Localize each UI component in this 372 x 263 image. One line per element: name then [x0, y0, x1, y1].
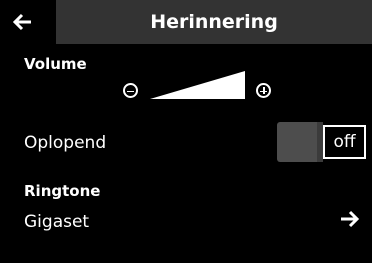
page-title: Herinnering	[56, 0, 372, 44]
back-button[interactable]	[0, 0, 56, 44]
back-arrow-icon	[12, 13, 31, 31]
ringtone-label: Ringtone	[24, 182, 101, 200]
title-bar: Herinnering	[0, 0, 372, 44]
forward-arrow-icon[interactable]	[340, 210, 360, 228]
volume-slider[interactable]	[150, 71, 245, 99]
volume-level-wedge	[150, 71, 245, 99]
crescendo-label: Oplopend	[24, 133, 107, 153]
ringtone-value[interactable]: Gigaset	[24, 212, 89, 232]
toggle-state-label: off	[323, 125, 366, 159]
plus-circle-icon[interactable]	[256, 83, 271, 98]
crescendo-toggle[interactable]: off	[277, 122, 368, 162]
minus-circle-icon[interactable]	[123, 83, 138, 98]
toggle-knob	[277, 122, 323, 162]
volume-label: Volume	[24, 55, 87, 73]
